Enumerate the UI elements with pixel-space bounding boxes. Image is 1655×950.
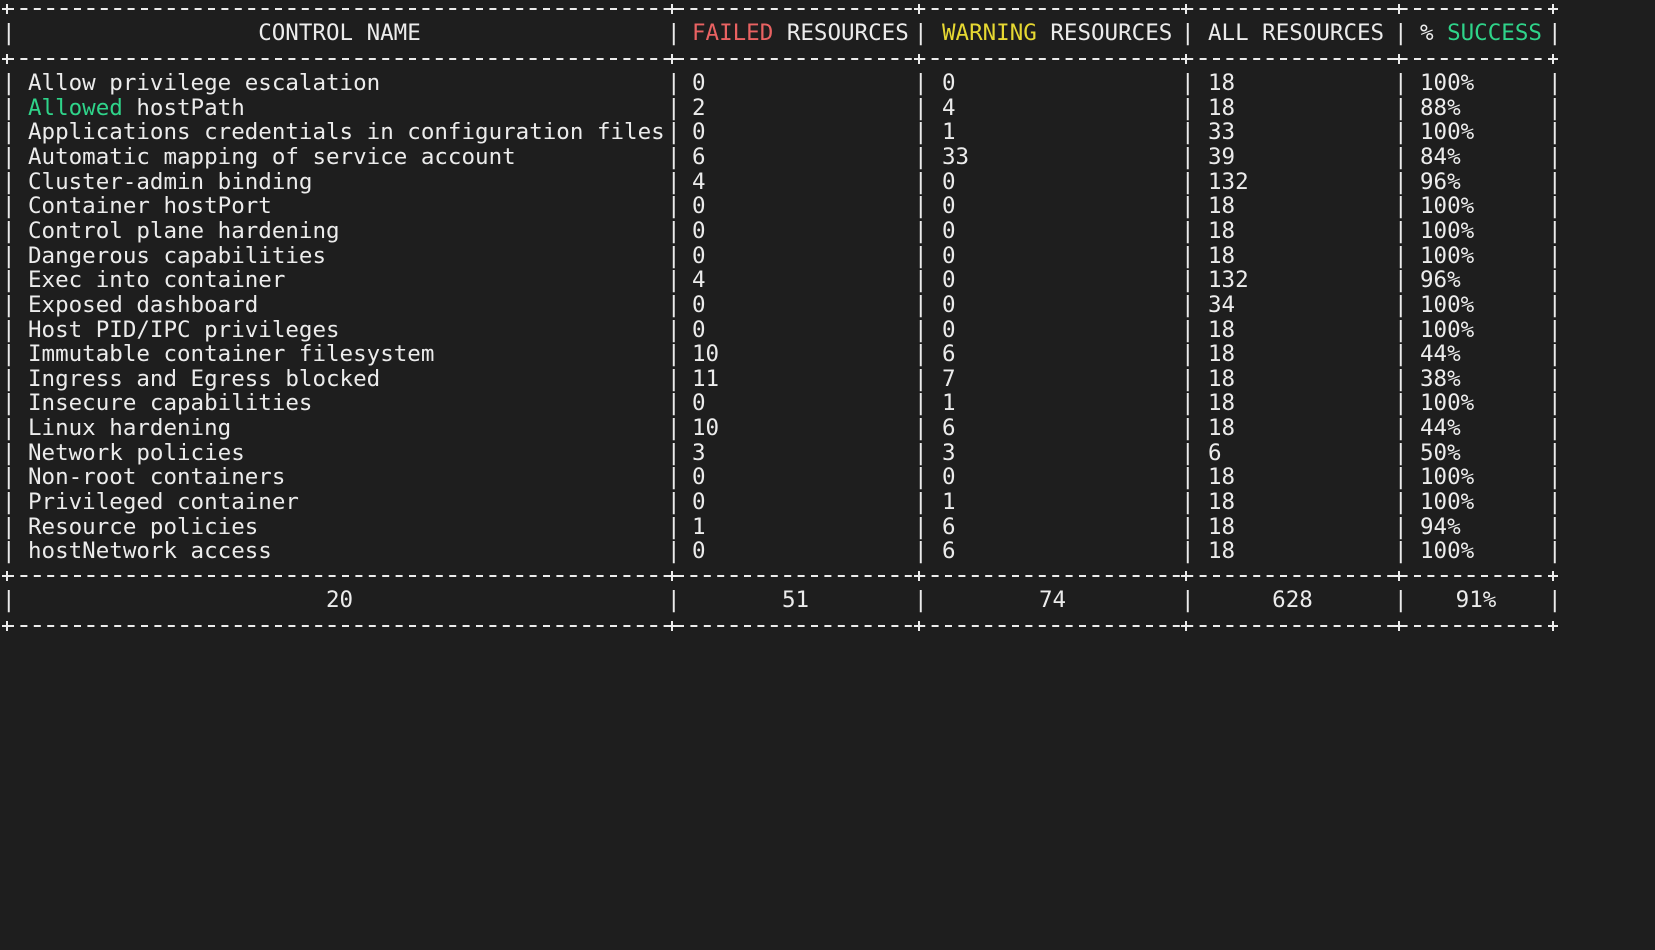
column-divider: | [667, 587, 681, 613]
row-success-percent: 100% [1420, 538, 1475, 565]
column-divider: | [2, 538, 16, 565]
header-success-word: SUCCESS [1447, 20, 1542, 46]
column-divider: | [1548, 20, 1562, 46]
terminal-window: | CONTROL NAME | FAILED RESOURCES | WARN… [0, 0, 1655, 669]
row-control-name-rest: hostPath [122, 94, 245, 121]
column-divider: | [914, 20, 928, 46]
column-divider: | [1548, 538, 1562, 565]
total-failed: 51 [781, 587, 810, 613]
total-controls: 20 [325, 587, 354, 613]
column-divider: | [1181, 587, 1195, 613]
row-control-name-highlight: Allowed [28, 94, 123, 121]
column-divider: | [914, 587, 928, 613]
total-warning: 74 [1038, 587, 1067, 613]
column-divider: | [667, 538, 681, 565]
column-divider: | [1394, 20, 1408, 46]
header-success-prefix: % [1420, 20, 1448, 46]
table-row: | | | | | | hostNetwork access 0 6 18 100% [0, 537, 1655, 565]
total-success: 91% [1455, 587, 1497, 613]
column-divider: | [667, 20, 681, 46]
row-all-count: 18 [1208, 538, 1236, 565]
column-divider: | [2, 20, 16, 46]
row-failed-count: 0 [692, 538, 706, 565]
table-border-top [0, 3, 1655, 15]
header-warning-resources: WARNING RESOURCES [942, 19, 1172, 47]
table-border-header [0, 53, 1655, 65]
header-success: % SUCCESS [1420, 19, 1542, 47]
header-failed-word: FAILED [692, 20, 774, 46]
header-all-resources: ALL RESOURCES [1208, 20, 1385, 46]
header-control-name: CONTROL NAME [258, 20, 421, 46]
column-divider: | [1394, 587, 1408, 613]
column-divider: | [1394, 538, 1408, 565]
table-totals-row: | 20 | 51 | 74 | 628 | 91% | [0, 586, 1655, 614]
column-divider: | [2, 587, 16, 613]
total-all: 628 [1272, 587, 1313, 613]
column-divider: | [914, 538, 928, 565]
column-divider: | [1181, 20, 1195, 46]
table-header-row: | CONTROL NAME | FAILED RESOURCES | WARN… [0, 19, 1655, 47]
header-warning-rest: RESOURCES [1036, 20, 1173, 46]
table-border-body-bottom [0, 570, 1655, 582]
column-divider: | [1548, 587, 1562, 613]
header-failed-resources: FAILED RESOURCES [692, 19, 909, 47]
row-warning-count: 6 [942, 538, 956, 565]
column-divider: | [1181, 538, 1195, 565]
header-warning-word: WARNING [942, 20, 1037, 46]
header-failed-rest: RESOURCES [773, 20, 909, 46]
table-border-bottom [0, 620, 1655, 632]
row-control-name: hostNetwork access [28, 538, 272, 565]
